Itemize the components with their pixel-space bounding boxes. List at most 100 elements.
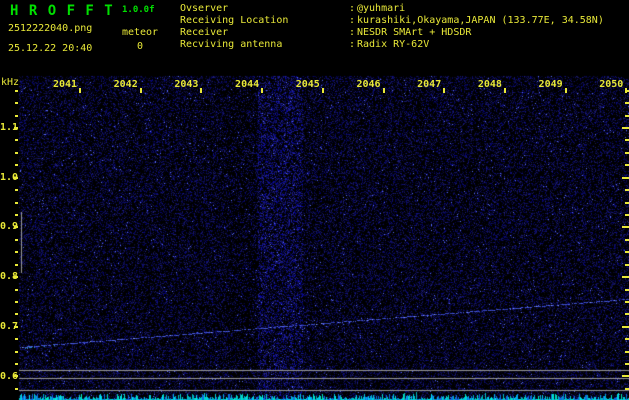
time-tick xyxy=(200,88,203,93)
meteor-counter-value: 0 xyxy=(136,41,144,52)
freq-minor-tick xyxy=(15,213,18,216)
info-separator: : xyxy=(349,39,356,50)
time-label-2044: 2044 xyxy=(235,79,260,90)
info-value: Radix RY-62V xyxy=(357,39,430,50)
info-value: kurashiki,Okayama,JAPAN (133.77E, 34.58N… xyxy=(357,15,604,26)
time-label-2045: 2045 xyxy=(295,79,320,90)
time-tick xyxy=(443,88,446,93)
freq-minor-tick xyxy=(15,363,18,366)
freq-minor-tick xyxy=(15,164,18,167)
freq-minor-tick xyxy=(625,89,629,92)
station-info-row: Ovserver: @yuhmari xyxy=(180,3,405,14)
freq-major-tick xyxy=(622,226,629,229)
freq-minor-tick xyxy=(625,363,629,366)
info-separator: : xyxy=(349,3,356,14)
freq-minor-tick xyxy=(15,89,18,92)
info-label: Receiving Location xyxy=(180,15,289,26)
time-tick xyxy=(139,88,142,93)
freq-minor-tick xyxy=(625,338,629,341)
freq-axis-unit-label: kHz xyxy=(1,77,20,88)
freq-minor-tick xyxy=(625,288,629,291)
freq-label-0.9: 0.9 xyxy=(0,221,19,233)
time-label-2048: 2048 xyxy=(477,79,502,90)
freq-minor-tick xyxy=(15,300,18,303)
freq-minor-tick xyxy=(15,338,18,341)
freq-major-tick xyxy=(14,375,18,378)
freq-major-tick xyxy=(622,375,629,378)
info-label: Receiver xyxy=(180,27,229,38)
freq-minor-tick xyxy=(625,213,629,216)
meteor-counter-label: meteor xyxy=(121,27,159,38)
freq-minor-tick xyxy=(15,313,18,316)
freq-minor-tick xyxy=(625,139,629,142)
observation-datetime: 25.12.22 20:40 xyxy=(8,43,93,54)
freq-minor-tick xyxy=(15,139,18,142)
freq-minor-tick xyxy=(625,350,629,353)
time-label-2043: 2043 xyxy=(174,79,199,90)
time-label-2046: 2046 xyxy=(356,79,381,90)
freq-minor-tick xyxy=(625,201,629,204)
freq-label-0.7: 0.7 xyxy=(0,320,19,332)
freq-minor-tick xyxy=(625,251,629,254)
time-label-2049: 2049 xyxy=(538,79,563,90)
station-info-row: Receiver: NESDR SMArt + HDSDR xyxy=(180,27,471,38)
time-tick xyxy=(79,88,81,93)
freq-minor-tick xyxy=(15,263,18,266)
station-info-row: Receiving Location: kurashiki,Okayama,JAP… xyxy=(180,15,604,26)
freq-major-tick xyxy=(622,126,629,129)
output-filename: 2512222040.png xyxy=(8,23,93,34)
time-label-2050: 2050 xyxy=(599,79,624,90)
freq-minor-tick xyxy=(625,151,629,154)
freq-minor-tick xyxy=(15,288,18,291)
info-separator: : xyxy=(349,27,356,38)
freq-major-tick xyxy=(14,325,18,328)
freq-minor-tick xyxy=(625,263,629,266)
freq-major-tick xyxy=(14,276,18,279)
freq-major-tick xyxy=(14,226,18,229)
freq-minor-tick xyxy=(625,164,629,167)
info-label: Ovserver xyxy=(180,3,229,14)
freq-major-tick xyxy=(14,126,18,129)
freq-minor-tick xyxy=(15,350,18,353)
freq-minor-tick xyxy=(625,238,629,241)
time-tick xyxy=(261,88,264,93)
freq-minor-tick xyxy=(15,151,18,154)
spectrogram-canvas xyxy=(0,0,629,400)
app-version: 1.0.0f xyxy=(122,5,155,15)
info-separator: : xyxy=(349,15,356,26)
freq-label-0.6: 0.6 xyxy=(0,370,19,382)
time-label-2041: 2041 xyxy=(52,79,78,90)
freq-major-tick xyxy=(622,325,629,328)
hrofft-output-screen: H R O F F T 1.0.0f 2512222040.png meteor… xyxy=(0,0,629,400)
info-value: @yuhmari xyxy=(357,3,406,14)
freq-minor-tick xyxy=(15,387,18,390)
freq-major-tick xyxy=(14,176,18,179)
freq-label-1.0: 1.0 xyxy=(0,171,19,183)
freq-major-tick xyxy=(622,176,629,179)
time-tick xyxy=(564,88,567,93)
freq-minor-tick xyxy=(625,387,629,390)
freq-minor-tick xyxy=(625,313,629,316)
freq-minor-tick xyxy=(625,300,629,303)
freq-major-tick xyxy=(622,276,629,279)
app-title: H R O F F T xyxy=(10,3,114,19)
info-label: Recviving antenna xyxy=(180,39,283,50)
time-tick xyxy=(382,88,385,93)
freq-minor-tick xyxy=(15,102,18,105)
freq-label-1.1: 1.1 xyxy=(0,122,19,133)
time-tick xyxy=(321,88,324,93)
freq-minor-tick xyxy=(625,102,629,105)
time-label-2047: 2047 xyxy=(417,79,442,90)
time-label-2042: 2042 xyxy=(113,79,138,90)
time-tick xyxy=(503,88,506,93)
station-info-row: Recviving antenna: Radix RY-62V xyxy=(180,39,429,50)
freq-minor-tick xyxy=(15,114,18,117)
freq-minor-tick xyxy=(15,251,18,254)
freq-minor-tick xyxy=(15,189,18,192)
freq-minor-tick xyxy=(15,238,18,241)
freq-label-0.8: 0.8 xyxy=(0,271,19,283)
freq-minor-tick xyxy=(15,201,18,204)
freq-minor-tick xyxy=(625,189,629,192)
freq-minor-tick xyxy=(625,114,629,117)
info-value: NESDR SMArt + HDSDR xyxy=(357,27,472,38)
